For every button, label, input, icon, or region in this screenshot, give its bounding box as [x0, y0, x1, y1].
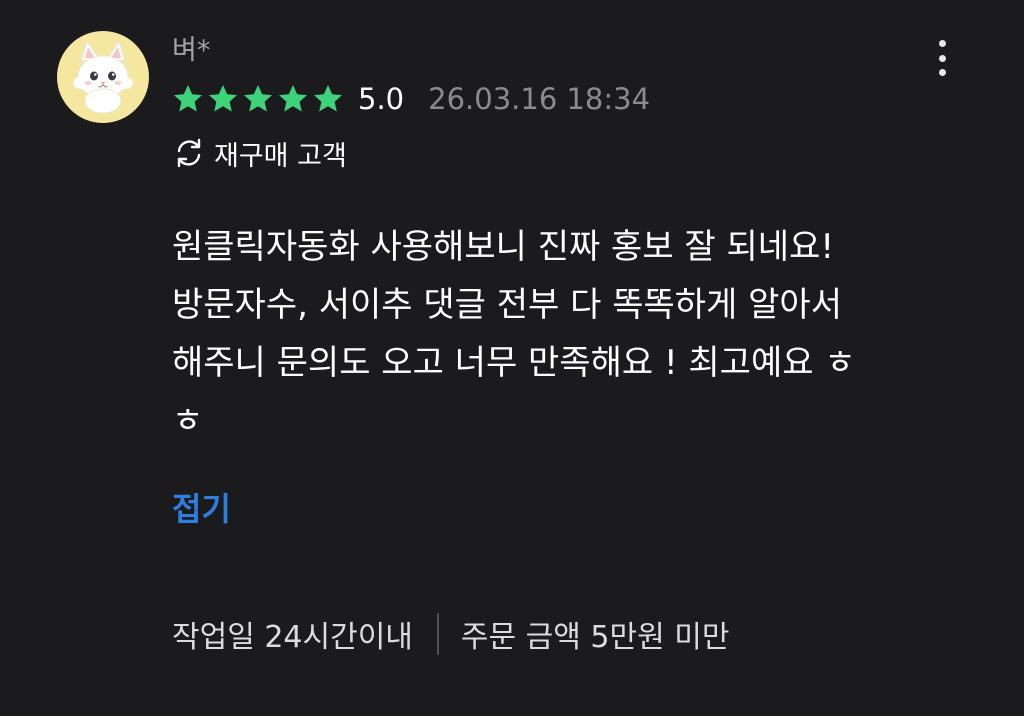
reviewer-avatar[interactable] [57, 31, 149, 123]
review-text-line: 해주니 문의도 오고 너무 만족해요 ! 최고예요 ㅎ [172, 343, 856, 383]
collapse-button[interactable]: 접기 [172, 487, 231, 531]
refresh-icon [177, 138, 201, 168]
review-text-line: ㅎ [172, 401, 204, 441]
star-icon [244, 85, 272, 112]
repurchase-badge: 재구매 고객 [172, 135, 347, 172]
reviewer-name: 벼* [172, 35, 211, 66]
order-amount: 주문 금액 5만원 미만 [460, 620, 730, 655]
star-icon [279, 85, 307, 112]
order-meta: 작업일 24시간이내 주문 금액 5만원 미만 [172, 612, 729, 656]
review-text-line: 방문자수, 서이추 댓글 전부 다 똑똑하게 알아서 [172, 285, 842, 325]
badge-label: 재구매 고객 [214, 140, 347, 172]
work-period: 작업일 24시간이내 [172, 620, 413, 655]
cat-avatar-icon [73, 39, 133, 114]
star-icon [174, 85, 202, 112]
review-text: 원클릭자동화 사용해보니 진짜 홍보 잘 되네요! 방문자수, 서이추 댓글 전… [172, 218, 972, 450]
star-icon [209, 85, 237, 112]
star-rating [172, 83, 344, 115]
review-text-line: 원클릭자동화 사용해보니 진짜 홍보 잘 되네요! [172, 227, 834, 267]
review-card: 벼* 5.0 26.03.16 18:34 재구매 고객 원클릭자동화 사용해보… [0, 0, 1024, 716]
rating-value: 5.0 [358, 82, 405, 116]
star-icon [314, 85, 342, 112]
more-dot-icon [938, 54, 946, 62]
review-date: 26.03.16 18:34 [428, 82, 651, 116]
meta-divider [436, 613, 439, 655]
rating-row: 5.0 26.03.16 18:34 [172, 80, 650, 118]
more-dot-icon [938, 40, 946, 47]
more-dot-icon [938, 69, 946, 76]
more-options-button[interactable] [922, 36, 962, 80]
